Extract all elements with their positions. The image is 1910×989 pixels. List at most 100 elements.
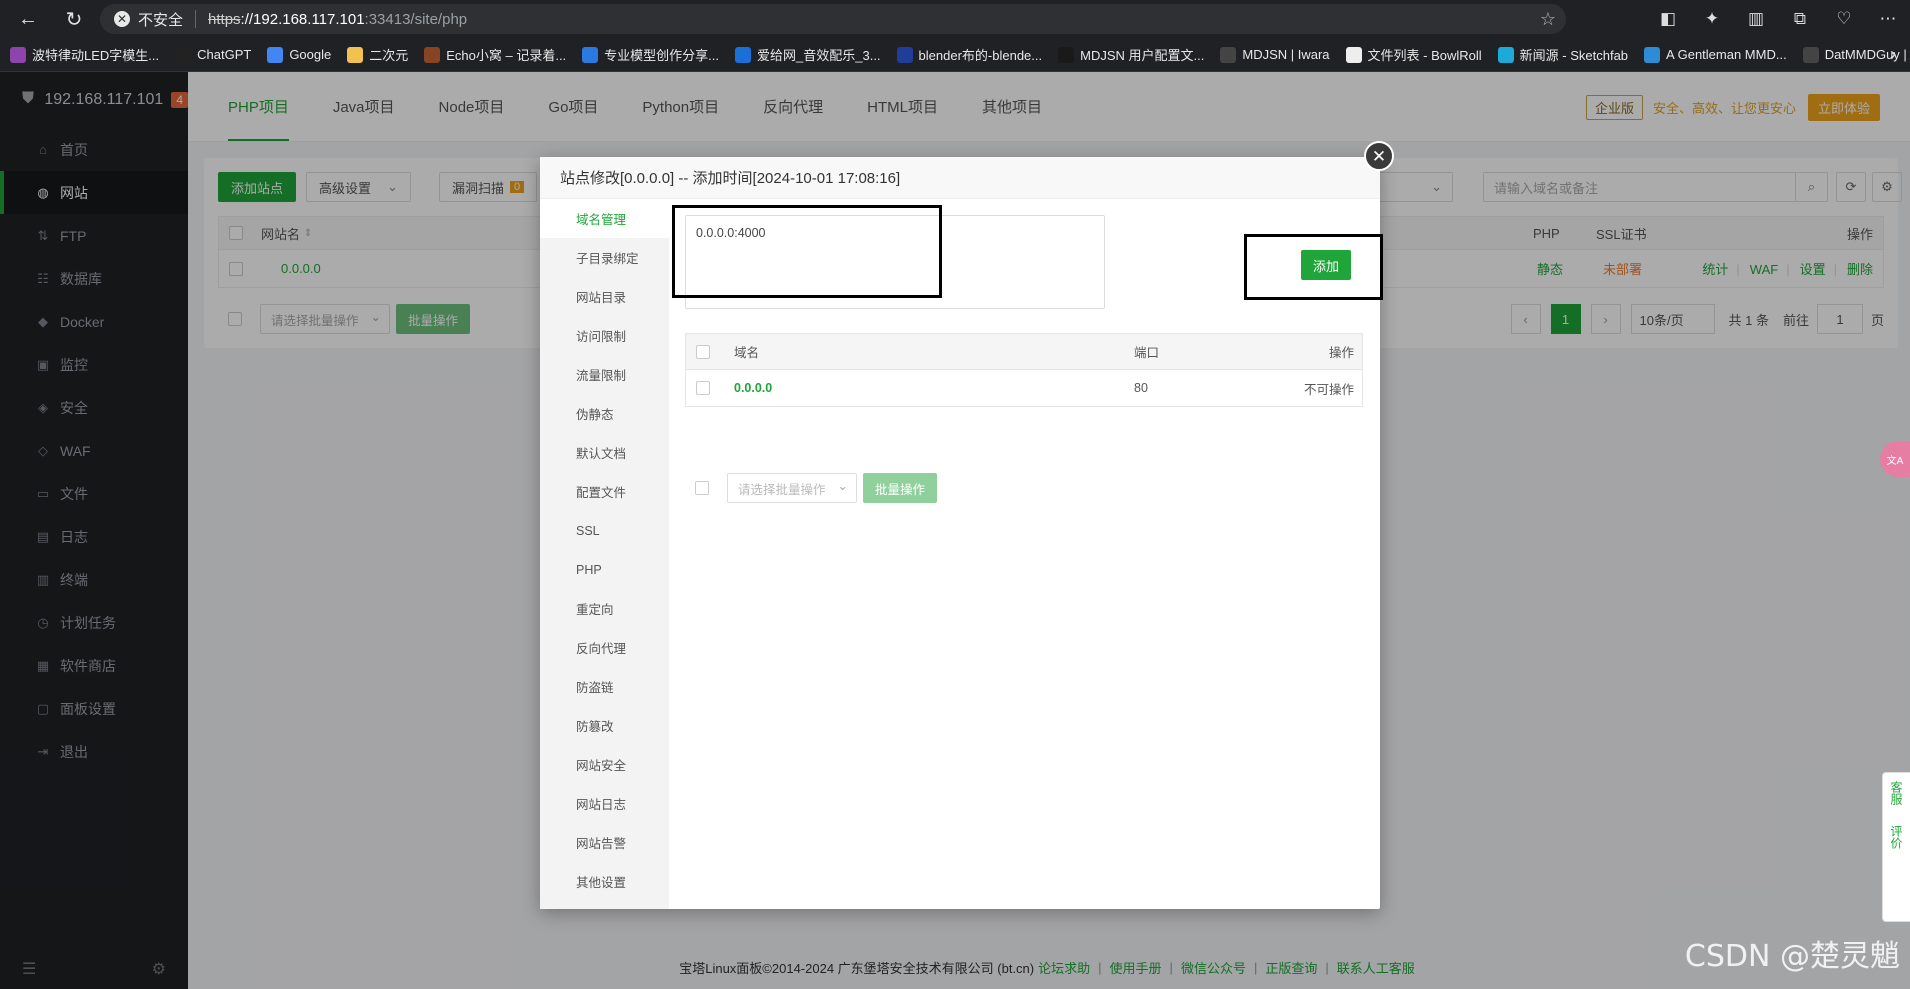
dialog-nav-item[interactable]: 配置文件 <box>540 472 669 511</box>
bookmark-item[interactable]: MDJSN 用户配置文... <box>1058 45 1204 64</box>
bookmark-label: 专业模型创作分享... <box>604 48 720 63</box>
url-host: ://192.168.117.101 <box>240 10 365 28</box>
star-icon[interactable]: ☆ <box>1540 9 1556 30</box>
chevron-right-icon[interactable]: › <box>1890 44 1896 65</box>
bookmark-favicon-icon <box>1497 46 1514 63</box>
dialog-nav-item[interactable]: 子目录绑定 <box>540 238 669 277</box>
dialog-nav-item[interactable]: 默认文档 <box>540 433 669 472</box>
domain-cell[interactable]: 0.0.0.0 <box>734 381 772 395</box>
batch-placeholder: 请选择批量操作 <box>738 482 826 497</box>
dialog-nav-item[interactable]: 网站目录 <box>540 277 669 316</box>
review-button[interactable]: 评价 <box>1888 825 1905 849</box>
batch-select[interactable]: 请选择批量操作 <box>727 473 857 503</box>
bookmark-favicon-icon <box>735 46 752 63</box>
bookmark-label: 波特律动LED字模生... <box>32 48 160 63</box>
translate-float-icon[interactable]: 文A <box>1880 441 1910 477</box>
reload-icon[interactable]: ↻ <box>56 1 92 37</box>
bookmark-item[interactable]: 新闻源 - Sketchfab <box>1497 45 1629 64</box>
bookmark-favicon-icon <box>424 46 441 63</box>
bookmark-item[interactable]: 文件列表 - BowlRoll <box>1345 45 1482 64</box>
col-ops: 操作 <box>1328 346 1354 360</box>
site-edit-dialog: 站点修改[0.0.0.0] -- 添加时间[2024-10-01 17:08:1… <box>540 157 1383 909</box>
bookmark-favicon-icon <box>10 46 26 63</box>
bookmark-favicon-icon <box>1058 46 1075 63</box>
col-domain: 域名 <box>734 346 760 360</box>
bookmark-item[interactable]: Echo小窝 – 记录着... <box>424 45 566 64</box>
select-all-checkbox[interactable] <box>696 344 710 359</box>
dialog-nav-item[interactable]: 重定向 <box>540 589 669 628</box>
bookmark-label: 新闻源 - Sketchfab <box>1519 48 1629 63</box>
bookmark-favicon-icon <box>347 46 364 63</box>
dialog-nav: 域名管理 子目录绑定 网站目录 访问限制 流量限制 伪静态 默认文档 配置文件 SSL PHP 重定… <box>540 199 669 909</box>
bookmark-favicon-icon <box>896 46 913 63</box>
dialog-nav-item[interactable]: 访问限制 <box>540 316 669 355</box>
table-row: 0.0.0.0 80 不可操作 <box>686 370 1362 406</box>
bookmark-label: DatMMDGuy | Iwara <box>1824 47 1910 62</box>
dialog-nav-item[interactable]: 伪静态 <box>540 394 669 433</box>
bookmark-label: 二次元 <box>369 48 409 63</box>
dialog-nav-item[interactable]: 防盗链 <box>540 667 669 706</box>
browser-tools: ◧ ✦ ▥ ⧉ ♡ ⋯ <box>1646 0 1910 38</box>
dialog-nav-item[interactable]: 反向代理 <box>540 628 669 667</box>
highlight-box-add <box>1244 234 1383 300</box>
browser-toolbar: ← ↻ ✕ 不安全 https://192.168.117.101:33413/… <box>0 0 1910 38</box>
bookmark-item[interactable]: 波特律动LED字模生... <box>10 45 159 64</box>
bookmark-favicon-icon <box>1802 46 1819 63</box>
bookmark-label: 爱给网_音效配乐_3... <box>757 48 881 63</box>
dialog-title: 站点修改[0.0.0.0] -- 添加时间[2024-10-01 17:08:1… <box>540 157 1380 199</box>
batch-button[interactable]: 批量操作 <box>863 473 938 503</box>
dialog-nav-item[interactable]: 域名管理 <box>540 199 669 238</box>
more-menu-icon[interactable]: ⋯ <box>1866 9 1910 29</box>
bookmark-favicon-icon <box>1644 46 1661 63</box>
address-bar[interactable]: ✕ 不安全 https://192.168.117.101:33413/site… <box>100 4 1566 34</box>
domain-table-header: 域名 端口 操作 <box>686 334 1362 370</box>
performance-icon[interactable]: ♡ <box>1822 9 1866 29</box>
watermark: CSDN @楚灵魈 <box>1684 939 1900 974</box>
ops-cell: 不可操作 <box>1303 382 1354 397</box>
bookmark-favicon-icon <box>1220 46 1237 63</box>
bookmark-item[interactable]: ChatGPT <box>175 46 252 63</box>
dialog-nav-item[interactable]: 网站日志 <box>540 784 669 823</box>
dialog-nav-item[interactable]: SSL <box>540 511 669 550</box>
domain-management-pane: 添加 域名 端口 操作 0.0.0.0 80 不可操作 请选择批量操作 批量操作 <box>669 199 1383 909</box>
bookmark-favicon-icon <box>267 46 284 63</box>
bookmark-label: Google <box>289 47 332 62</box>
customer-service-button[interactable]: 客服 <box>1888 781 1905 805</box>
bookmark-label: 文件列表 - BowlRoll <box>1367 48 1482 63</box>
bookmark-favicon-icon <box>1345 46 1362 63</box>
bookmark-label: MDJSN 用户配置文... <box>1080 48 1205 63</box>
split-screen-icon[interactable]: ▥ <box>1734 9 1778 29</box>
bookmark-label: MDJSN | Iwara <box>1242 47 1330 62</box>
batch-checkbox[interactable] <box>695 481 709 495</box>
bookmark-favicon-icon <box>175 46 192 63</box>
dialog-nav-item[interactable]: 流量限制 <box>540 355 669 394</box>
bookmark-label: A Gentleman MMD... <box>1666 47 1787 62</box>
close-icon[interactable]: ✕ <box>1364 141 1394 171</box>
insecure-icon: ✕ <box>114 11 130 27</box>
port-cell: 80 <box>1134 381 1148 395</box>
bookmark-item[interactable]: A Gentleman MMD... <box>1644 46 1787 63</box>
bookmark-item[interactable]: Google <box>267 46 332 63</box>
bookmark-label: Echo小窝 – 记录着... <box>446 48 567 63</box>
bookmark-item[interactable]: 爱给网_音效配乐_3... <box>735 45 881 64</box>
collections-icon[interactable]: ⧉ <box>1778 9 1822 29</box>
bookmark-label: ChatGPT <box>197 47 252 62</box>
bookmark-item[interactable]: MDJSN | Iwara <box>1220 46 1330 63</box>
domain-batch-bar: 请选择批量操作 批量操作 <box>685 473 938 503</box>
bookmark-item[interactable]: 二次元 <box>347 45 408 64</box>
extensions-icon[interactable]: ✦ <box>1690 9 1734 29</box>
dialog-nav-item[interactable]: PHP <box>540 550 669 589</box>
dialog-nav-item[interactable]: 防篡改 <box>540 706 669 745</box>
bookmark-item[interactable]: blender布的-blende... <box>896 45 1042 64</box>
dialog-nav-item[interactable]: 网站告警 <box>540 823 669 862</box>
translate-icon[interactable]: ◧ <box>1646 9 1690 29</box>
bookmark-item[interactable]: 专业模型创作分享... <box>582 45 719 64</box>
back-icon[interactable]: ← <box>10 1 46 37</box>
highlight-box-domain <box>672 205 942 298</box>
domain-table: 域名 端口 操作 0.0.0.0 80 不可操作 <box>685 333 1363 407</box>
dialog-nav-item[interactable]: 其他设置 <box>540 862 669 901</box>
security-label: 不安全 <box>138 11 184 29</box>
col-port: 端口 <box>1134 346 1160 360</box>
row-checkbox[interactable] <box>696 381 710 395</box>
dialog-nav-item[interactable]: 网站安全 <box>540 745 669 784</box>
